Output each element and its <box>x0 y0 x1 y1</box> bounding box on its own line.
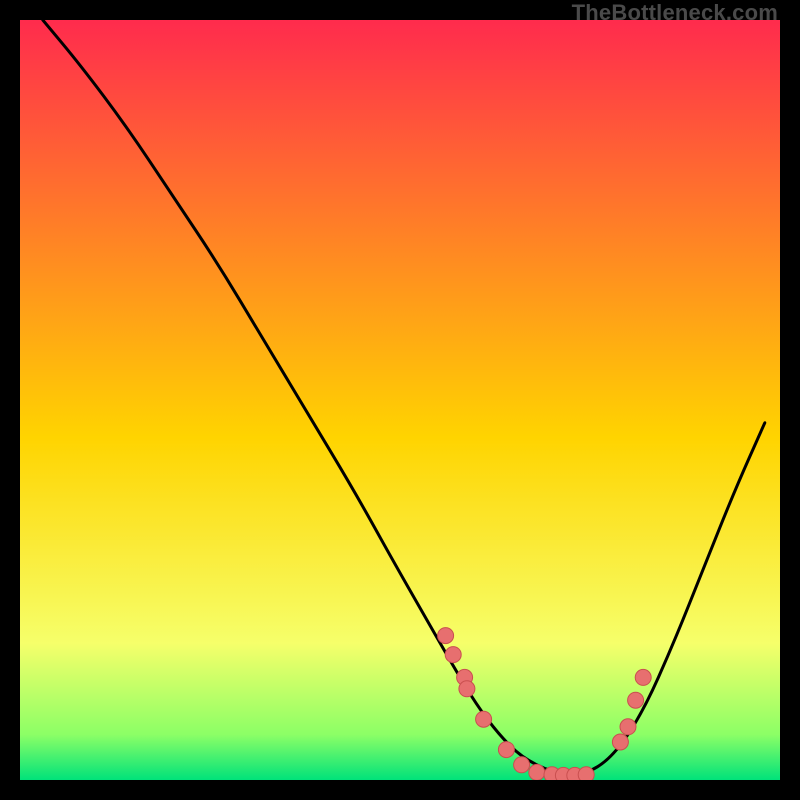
datapoint <box>514 757 530 773</box>
datapoint <box>498 742 514 758</box>
datapoint <box>635 669 651 685</box>
datapoint <box>620 719 636 735</box>
watermark-text: TheBottleneck.com <box>572 0 778 26</box>
datapoint <box>445 647 461 663</box>
datapoint <box>459 681 475 697</box>
chart-background <box>20 20 780 780</box>
bottleneck-chart <box>20 20 780 780</box>
datapoint <box>612 734 628 750</box>
datapoint <box>476 711 492 727</box>
datapoint <box>438 628 454 644</box>
datapoint <box>578 767 594 780</box>
datapoint <box>628 692 644 708</box>
datapoint <box>529 764 545 780</box>
